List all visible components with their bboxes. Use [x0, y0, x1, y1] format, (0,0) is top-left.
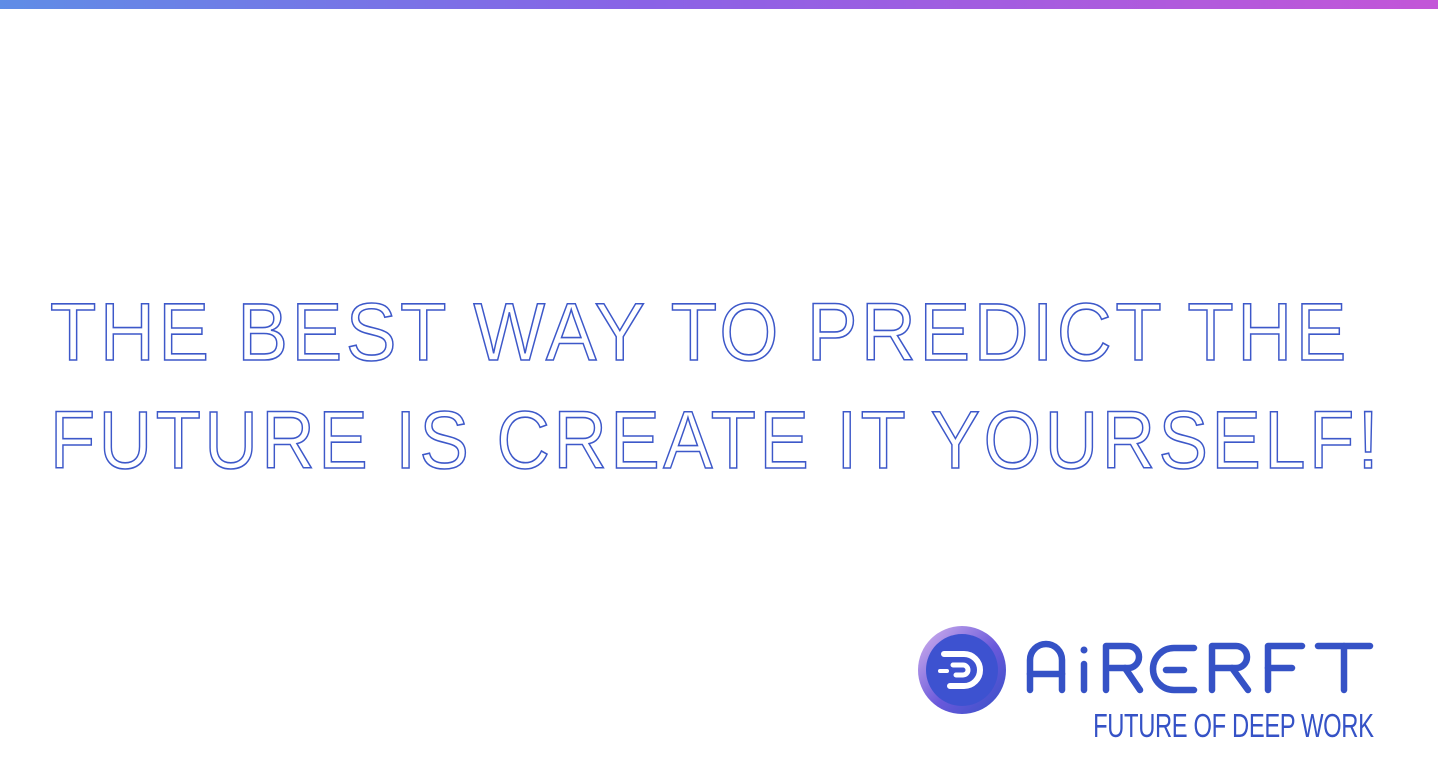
slide: THE BEST WAY TO PREDICT THE FUTURE IS CR… [0, 0, 1438, 768]
brand-logo: FUTURE OF DEEP WORK [912, 620, 1382, 750]
quote-line-1: THE BEST WAY TO PREDICT THE [50, 287, 1350, 378]
quote-line-2: FUTURE IS CREATE IT YOURSELF! [50, 395, 1382, 486]
brand-wordmark [1026, 640, 1374, 694]
brand-tagline: FUTURE OF DEEP WORK [1093, 707, 1375, 744]
aircrft-d-logo-icon [918, 626, 1006, 714]
